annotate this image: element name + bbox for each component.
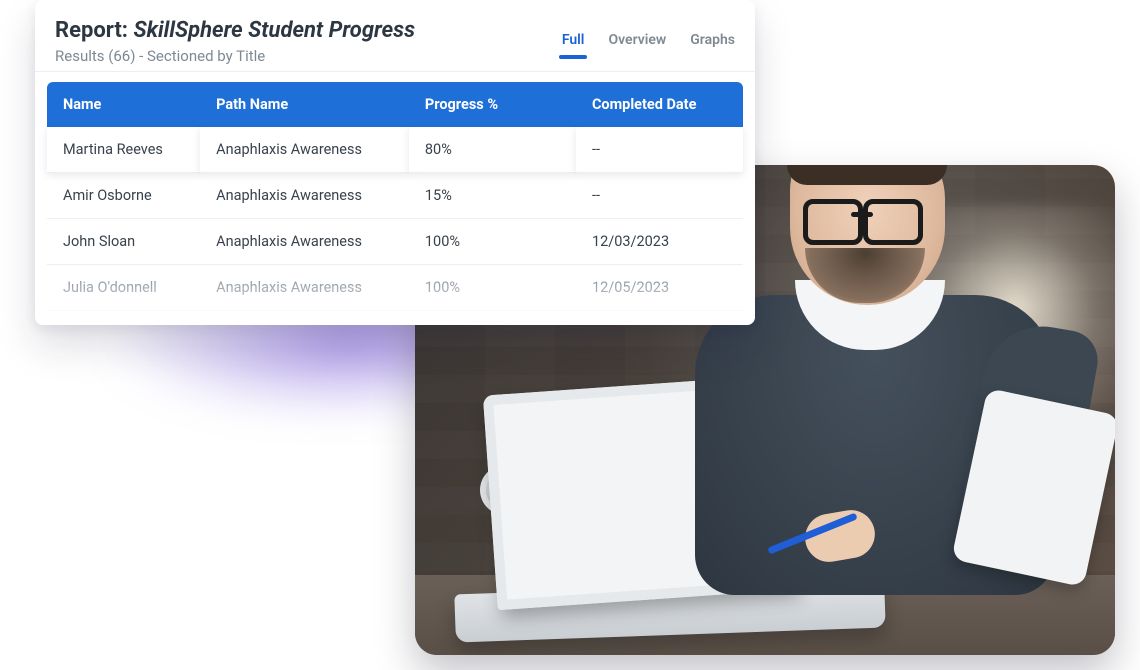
cell-path: Anaphlaxis Awareness: [200, 265, 409, 311]
cell-progress: 80%: [409, 127, 576, 173]
glasses-icon: [803, 199, 923, 235]
photo-person-hair: [787, 165, 947, 185]
cell-path: Anaphlaxis Awareness: [200, 127, 409, 173]
cell-name: Julia O'donnell: [47, 265, 200, 311]
report-table-wrap: Name Path Name Progress % Completed Date…: [35, 72, 755, 311]
report-card: Report: SkillSphere Student Progress Res…: [35, 0, 755, 325]
report-table: Name Path Name Progress % Completed Date…: [47, 82, 743, 311]
col-header-progress[interactable]: Progress %: [409, 82, 576, 127]
cell-progress: 15%: [409, 173, 576, 219]
stage: Report: SkillSphere Student Progress Res…: [0, 0, 1140, 670]
cell-name: Amir Osborne: [47, 173, 200, 219]
cell-completed: --: [576, 127, 743, 173]
cell-progress: 100%: [409, 265, 576, 311]
cell-name: Martina Reeves: [47, 127, 200, 173]
table-header-row: Name Path Name Progress % Completed Date: [47, 82, 743, 127]
cell-completed: --: [576, 173, 743, 219]
col-header-completed[interactable]: Completed Date: [576, 82, 743, 127]
cell-name: John Sloan: [47, 219, 200, 265]
report-header: Report: SkillSphere Student Progress Res…: [35, 0, 755, 72]
report-subtitle: Results (66) - Sectioned by Title: [55, 47, 415, 65]
report-tabs: Full Overview Graphs: [562, 18, 735, 58]
tab-full[interactable]: Full: [562, 24, 585, 58]
cell-path: Anaphlaxis Awareness: [200, 173, 409, 219]
tab-graphs[interactable]: Graphs: [690, 24, 735, 58]
col-header-path[interactable]: Path Name: [200, 82, 409, 127]
cell-completed: 12/05/2023: [576, 265, 743, 311]
report-title-name: SkillSphere Student Progress: [133, 18, 415, 43]
table-row[interactable]: Amir Osborne Anaphlaxis Awareness 15% --: [47, 173, 743, 219]
report-title-prefix: Report:: [55, 18, 133, 43]
table-row[interactable]: Martina Reeves Anaphlaxis Awareness 80% …: [47, 127, 743, 173]
tab-overview[interactable]: Overview: [608, 24, 666, 58]
report-title: Report: SkillSphere Student Progress: [55, 18, 415, 43]
col-header-name[interactable]: Name: [47, 82, 200, 127]
cell-path: Anaphlaxis Awareness: [200, 219, 409, 265]
cell-completed: 12/03/2023: [576, 219, 743, 265]
glasses-bridge: [851, 212, 873, 217]
table-row[interactable]: Julia O'donnell Anaphlaxis Awareness 100…: [47, 265, 743, 311]
cell-progress: 100%: [409, 219, 576, 265]
table-row[interactable]: John Sloan Anaphlaxis Awareness 100% 12/…: [47, 219, 743, 265]
report-title-block: Report: SkillSphere Student Progress Res…: [55, 18, 415, 65]
